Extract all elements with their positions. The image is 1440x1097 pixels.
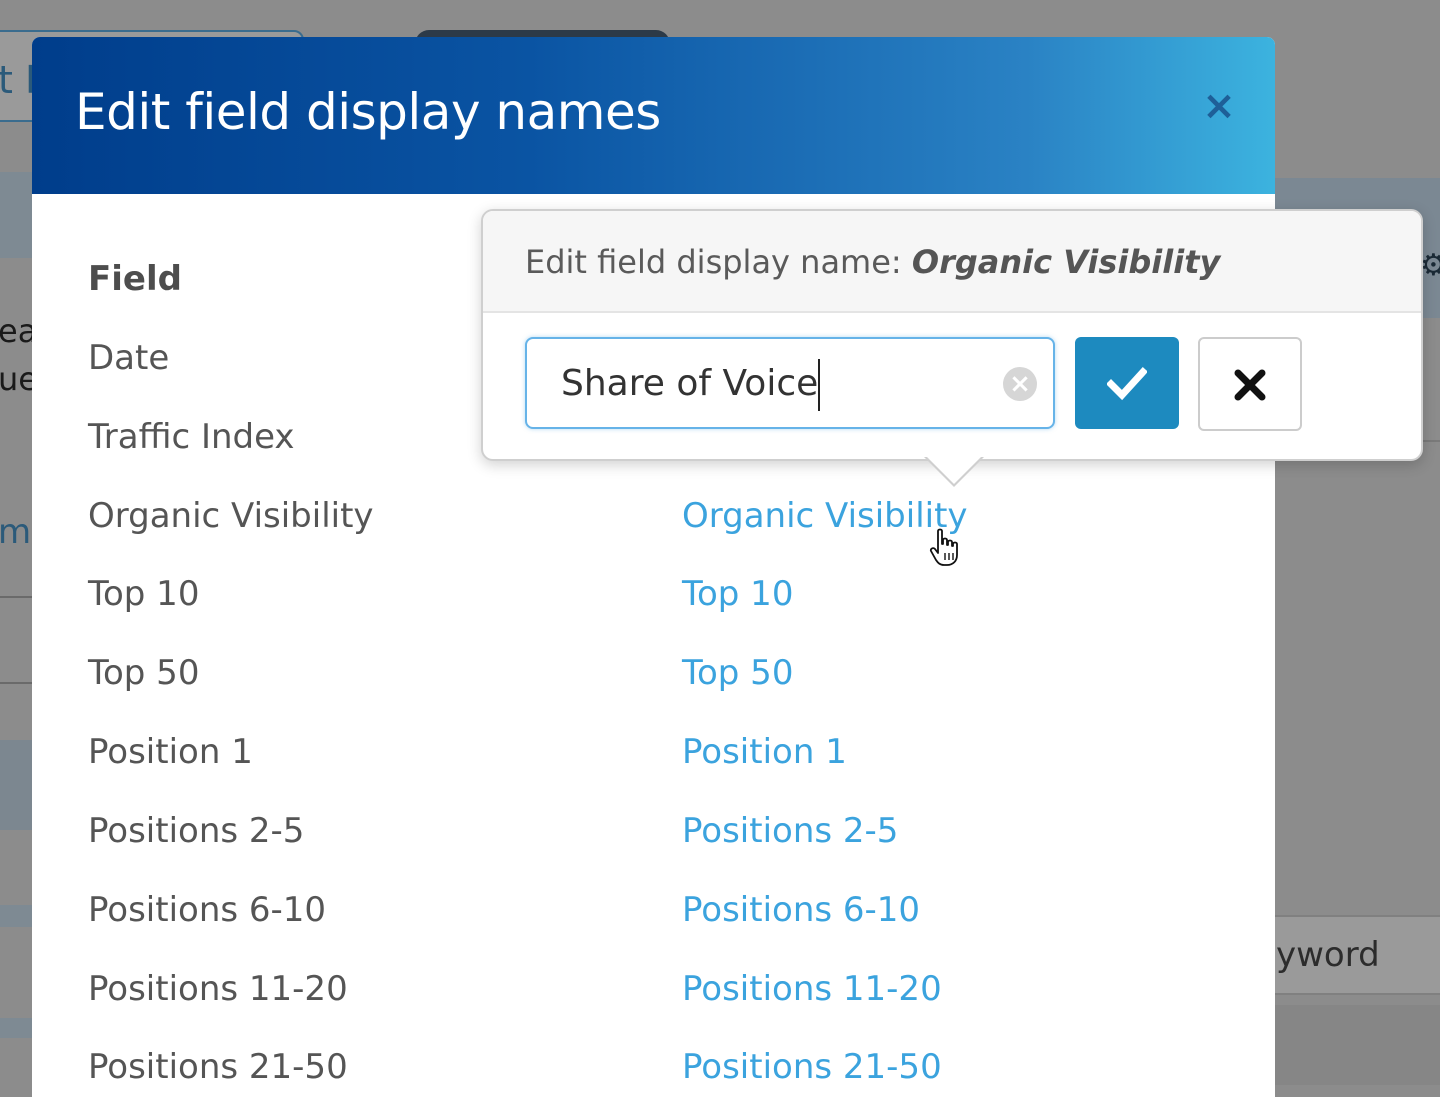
- background-placeholder: yword: [1276, 935, 1380, 975]
- field-name-positions-2-5: Positions 2-5: [88, 811, 305, 851]
- confirm-button[interactable]: [1075, 337, 1179, 429]
- background-band: [0, 905, 34, 927]
- display-name-link-positions-21-50[interactable]: Positions 21-50: [682, 1047, 942, 1087]
- field-name-date: Date: [88, 338, 170, 378]
- edit-display-name-popover: Edit field display name: Organic Visibil…: [481, 209, 1423, 487]
- popover-title: Edit field display name: Organic Visibil…: [525, 243, 1220, 281]
- display-name-link-top-50[interactable]: Top 50: [682, 653, 793, 693]
- close-icon: [1234, 369, 1266, 401]
- background-band: [0, 172, 34, 258]
- field-name-positions-21-50: Positions 21-50: [88, 1047, 348, 1087]
- popover-arrow-fill: [926, 456, 982, 484]
- gear-icon: ⚙: [1420, 248, 1440, 283]
- field-name-top-50: Top 50: [88, 653, 200, 693]
- field-column-header: Field: [88, 259, 182, 299]
- field-name-positions-6-10: Positions 6-10: [88, 890, 327, 930]
- background-band: [0, 1018, 34, 1038]
- background-band: [0, 740, 34, 830]
- field-name-top-10: Top 10: [88, 574, 200, 614]
- display-name-link-top-10[interactable]: Top 10: [682, 574, 793, 614]
- background-divider: [0, 596, 34, 598]
- field-name-traffic-index: Traffic Index: [88, 417, 295, 457]
- background-band: [1275, 1005, 1440, 1085]
- modal-header: Edit field display names ×: [32, 37, 1275, 194]
- display-name-link-positions-2-5[interactable]: Positions 2-5: [682, 811, 898, 851]
- display-name-input-wrapper: ×: [525, 337, 1055, 429]
- popover-header: Edit field display name: Organic Visibil…: [483, 211, 1421, 313]
- modal-title: Edit field display names: [75, 83, 661, 141]
- hand-pointer-icon: [929, 528, 958, 566]
- display-name-link-organic-visibility[interactable]: Organic Visibility: [682, 496, 968, 536]
- field-name-organic-visibility: Organic Visibility: [88, 496, 374, 536]
- check-icon: [1107, 367, 1147, 401]
- field-name-positions-11-20: Positions 11-20: [88, 969, 348, 1009]
- modal-close-button[interactable]: ×: [1200, 86, 1238, 126]
- display-name-link-positions-6-10[interactable]: Positions 6-10: [682, 890, 920, 930]
- popover-field-name: Organic Visibility: [911, 243, 1221, 281]
- display-name-link-position-1[interactable]: Position 1: [682, 732, 847, 772]
- background-text: m: [0, 512, 32, 552]
- display-name-input[interactable]: [561, 359, 981, 407]
- field-name-position-1: Position 1: [88, 732, 253, 772]
- cancel-button[interactable]: [1198, 337, 1302, 431]
- edit-field-names-modal: Edit field display names × Field Date Tr…: [32, 37, 1275, 1097]
- clear-input-icon[interactable]: ×: [1003, 367, 1037, 401]
- popover-title-prefix: Edit field display name:: [525, 243, 912, 281]
- text-caret: [818, 359, 820, 411]
- display-name-link-positions-11-20[interactable]: Positions 11-20: [682, 969, 942, 1009]
- background-divider: [0, 682, 34, 684]
